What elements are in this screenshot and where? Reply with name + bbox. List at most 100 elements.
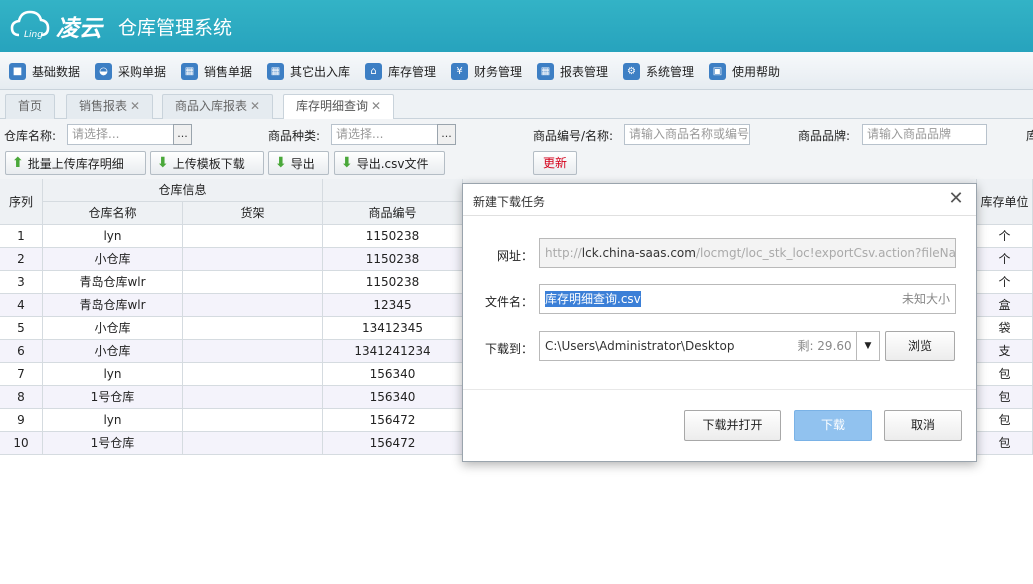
category-select[interactable]: 请选择...	[331, 124, 439, 145]
cell-warehouse: 小仓库	[43, 248, 183, 271]
download-open-button[interactable]: 下载并打开	[684, 410, 781, 441]
brand-input[interactable]: 请输入商品品牌	[862, 124, 987, 145]
tab-sales-report[interactable]: 销售报表 ✕	[66, 94, 154, 119]
cancel-button[interactable]: 取消	[884, 410, 962, 441]
tab-home[interactable]: 首页	[5, 94, 56, 119]
saveto-label: 下载到：	[485, 342, 534, 356]
cell-unit: 个	[977, 271, 1033, 294]
download-button[interactable]: 下载	[794, 410, 872, 441]
cell-unit: 个	[977, 225, 1033, 248]
url-field[interactable]: http://lck.china-saas.com/locmgt/loc_stk…	[539, 238, 956, 268]
template-download-button[interactable]: ⬇ 上传模板下载	[150, 151, 264, 175]
cell-index: 9	[0, 409, 43, 432]
cell-unit: 个	[977, 248, 1033, 271]
cell-shelf	[183, 317, 323, 340]
cell-index: 2	[0, 248, 43, 271]
cube-icon: ■	[9, 62, 26, 80]
app-title: 仓库管理系统	[118, 17, 233, 39]
warehouse-picker-button[interactable]: ...	[173, 124, 192, 145]
cell-index: 10	[0, 432, 43, 455]
trailing-label: 库	[1026, 129, 1033, 143]
cell-warehouse: 1号仓库	[43, 386, 183, 409]
cell-code: 1150238	[323, 271, 463, 294]
close-icon[interactable]: ✕	[371, 99, 381, 113]
cell-unit: 盒	[977, 294, 1033, 317]
home-icon: ⌂	[365, 62, 382, 80]
gear-icon: ⚙	[623, 62, 640, 80]
browse-button[interactable]: 浏览	[885, 331, 955, 361]
cell-index: 6	[0, 340, 43, 363]
header-blank	[323, 179, 463, 202]
menu-sales[interactable]: ▦ 销售单据	[181, 61, 252, 81]
basket-icon: ◒	[95, 62, 112, 80]
filename-selected-text: 库存明细查询.csv	[545, 291, 641, 307]
saveto-field[interactable]: C:\Users\Administrator\Desktop 剩: 29.60 …	[539, 331, 880, 361]
header-code[interactable]: 商品编号	[323, 202, 463, 225]
download-dialog: 新建下载任务 ✕ 网址： http://lck.china-saas.com/l…	[462, 183, 977, 462]
header-warehouse[interactable]: 仓库名称	[43, 202, 183, 225]
cell-shelf	[183, 271, 323, 294]
tab-inbound-report[interactable]: 商品入库报表 ✕	[162, 94, 274, 119]
cell-unit: 包	[977, 363, 1033, 386]
header-index: 序列	[0, 179, 43, 225]
category-label: 商品种类:	[268, 129, 321, 143]
logo-text: 凌云	[56, 16, 102, 42]
file-size: 未知大小	[901, 292, 950, 306]
code-input[interactable]: 请输入商品名称或编号	[624, 124, 750, 145]
refresh-button[interactable]: 更新	[533, 151, 577, 175]
cell-shelf	[183, 363, 323, 386]
calendar-icon: ▦	[181, 62, 198, 80]
header-group-warehouse: 仓库信息	[43, 179, 323, 202]
batch-upload-button[interactable]: ⬆ 批量上传库存明细	[5, 151, 146, 175]
header-shelf[interactable]: 货架	[183, 202, 323, 225]
tab-stock-detail[interactable]: 库存明细查询 ✕	[283, 94, 395, 120]
header-unit[interactable]: 库存单位	[977, 179, 1033, 225]
calendar-icon: ▦	[537, 62, 554, 80]
cell-warehouse: lyn	[43, 409, 183, 432]
menu-basic-data[interactable]: ■ 基础数据	[9, 61, 80, 81]
url-label: 网址：	[497, 249, 534, 263]
menu-purchase[interactable]: ◒ 采购单据	[95, 61, 166, 81]
app-header: Ling 凌云 仓库管理系统	[0, 0, 1033, 52]
menu-finance[interactable]: ¥ 财务管理	[451, 61, 522, 81]
cell-code: 156472	[323, 409, 463, 432]
cell-code: 1150238	[323, 225, 463, 248]
arrow-down-icon: ⬇	[341, 155, 353, 171]
cell-warehouse: 小仓库	[43, 340, 183, 363]
cell-index: 4	[0, 294, 43, 317]
brand-label: 商品品牌:	[798, 129, 851, 143]
cell-shelf	[183, 248, 323, 271]
dialog-title: 新建下载任务	[473, 195, 546, 209]
menu-other-stock[interactable]: ▦ 其它出入库	[267, 61, 350, 81]
cell-shelf	[183, 386, 323, 409]
svg-text:Ling: Ling	[24, 30, 43, 40]
cell-index: 7	[0, 363, 43, 386]
close-icon[interactable]: ✕	[250, 99, 260, 113]
menu-reports[interactable]: ▦ 报表管理	[537, 61, 608, 81]
cell-unit: 袋	[977, 317, 1033, 340]
arrow-down-icon: ⬇	[157, 155, 169, 171]
warehouse-select[interactable]: 请选择...	[67, 124, 175, 145]
cell-code: 156340	[323, 363, 463, 386]
cell-code: 1341241234	[323, 340, 463, 363]
cell-unit: 支	[977, 340, 1033, 363]
close-icon[interactable]: ✕	[948, 190, 964, 208]
export-csv-button[interactable]: ⬇ 导出.csv文件	[334, 151, 445, 175]
calendar-icon: ▦	[267, 62, 284, 80]
category-picker-button[interactable]: ...	[437, 124, 456, 145]
arrow-down-icon: ⬇	[275, 155, 287, 171]
cell-warehouse: lyn	[43, 225, 183, 248]
cell-shelf	[183, 294, 323, 317]
filename-field[interactable]: 库存明细查询.csv 未知大小	[539, 284, 956, 314]
money-icon: ¥	[451, 62, 468, 80]
menu-system[interactable]: ⚙ 系统管理	[623, 61, 694, 81]
menu-inventory[interactable]: ⌂ 库存管理	[365, 61, 436, 81]
cell-shelf	[183, 225, 323, 248]
menu-help[interactable]: ▣ 使用帮助	[709, 61, 780, 81]
cell-warehouse: 青岛仓库wlr	[43, 294, 183, 317]
cell-code: 156340	[323, 386, 463, 409]
chevron-down-icon[interactable]: ▼	[856, 331, 880, 361]
close-icon[interactable]: ✕	[130, 99, 140, 113]
cell-warehouse: 小仓库	[43, 317, 183, 340]
export-button[interactable]: ⬇ 导出	[268, 151, 329, 175]
